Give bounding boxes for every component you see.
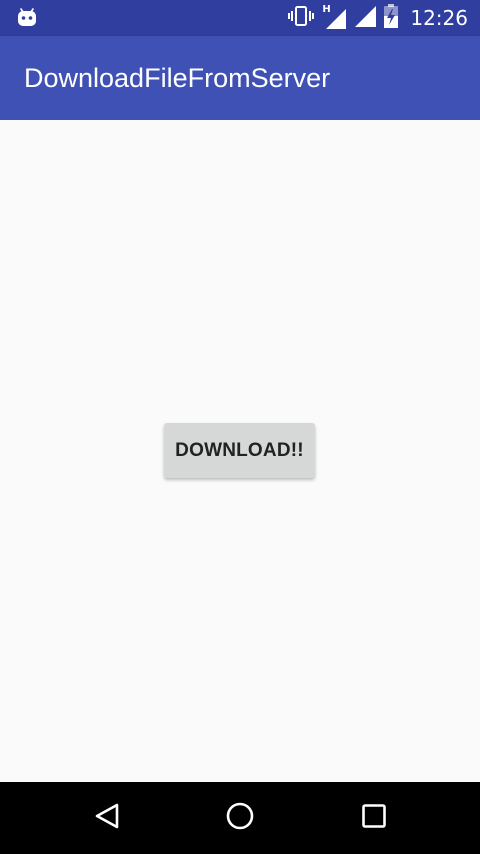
battery-charging-icon (384, 4, 399, 32)
back-button[interactable] (87, 798, 127, 838)
home-icon (225, 801, 255, 835)
signal-icon (354, 5, 377, 31)
home-button[interactable] (220, 798, 260, 838)
recents-button[interactable] (354, 798, 394, 838)
vibrate-icon (288, 5, 315, 31)
back-icon (93, 802, 121, 834)
recents-icon (360, 802, 388, 834)
network-h-signal-icon: H (322, 4, 347, 29)
status-icons: H 12:26 (288, 0, 468, 36)
screen: H 12:26 DownloadFileFromServer DOWNLOAD!… (0, 0, 480, 854)
navigation-bar (0, 782, 480, 854)
status-bar: H 12:26 (0, 0, 480, 36)
app-bar: DownloadFileFromServer (0, 36, 480, 120)
android-debug-icon (16, 7, 38, 27)
main-content: DOWNLOAD!! (0, 120, 480, 782)
download-button[interactable]: DOWNLOAD!! (164, 423, 315, 478)
status-time: 12:26 (410, 6, 468, 30)
app-title: DownloadFileFromServer (24, 63, 331, 93)
